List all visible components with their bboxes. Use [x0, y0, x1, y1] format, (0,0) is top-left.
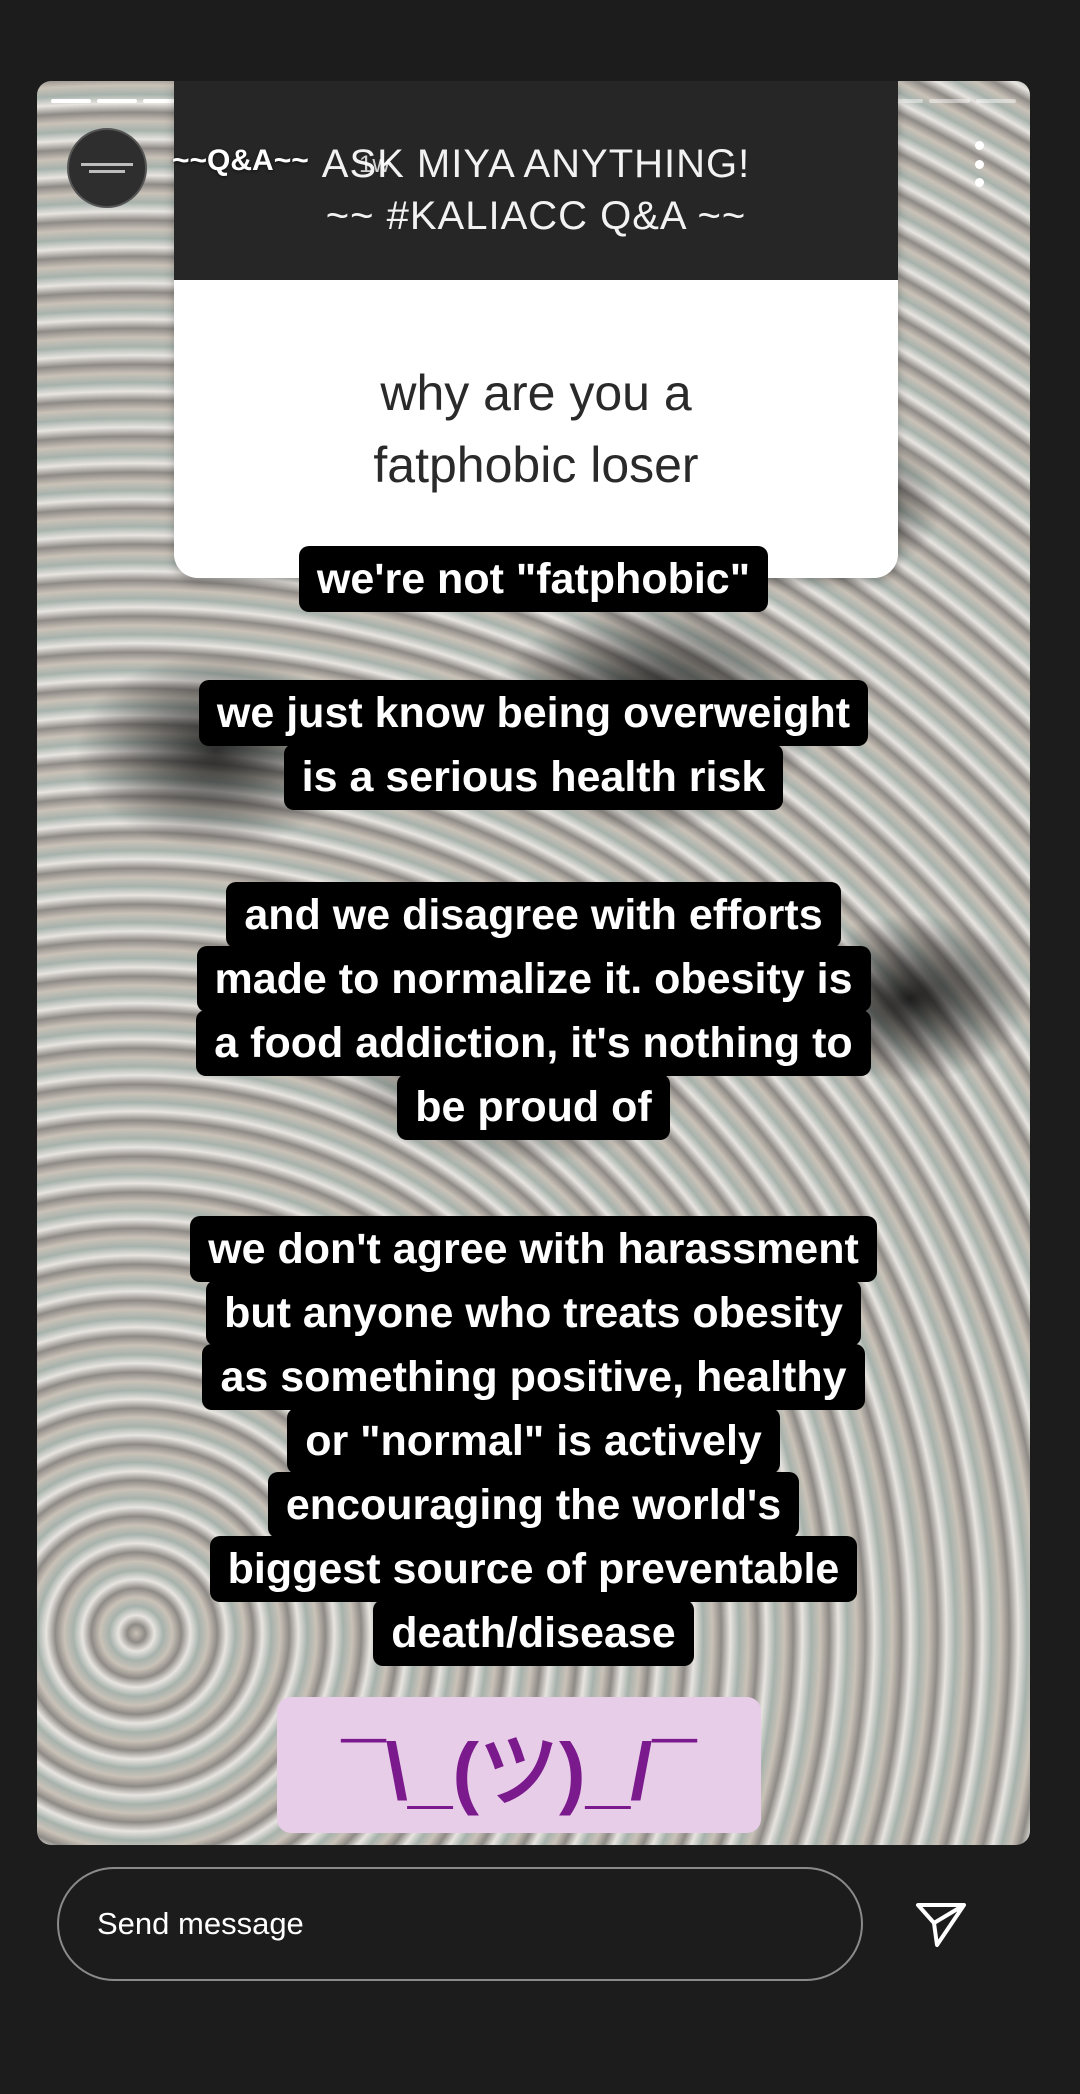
question-sticker-header: ASK MIYA ANYTHING! ~~ #KALIACC Q&A ~~	[174, 81, 898, 280]
send-icon[interactable]	[915, 1902, 967, 1948]
avatar[interactable]	[67, 128, 147, 208]
caption-line: or "normal" is actively	[287, 1408, 780, 1474]
caption-block-3: and we disagree with efforts made to nor…	[37, 882, 1030, 1140]
caption-line: we don't agree with harassment	[190, 1216, 877, 1282]
question-sticker-question: why are you a fatphobic loser	[174, 280, 898, 578]
caption-line: encouraging the world's	[267, 1472, 800, 1538]
caption-line: be proud of	[397, 1074, 670, 1140]
caption-block-4: we don't agree with harassment but anyon…	[37, 1216, 1030, 1666]
question-line-1: why are you a	[380, 365, 692, 421]
story-username[interactable]: ~~Q&A~~	[172, 144, 309, 178]
caption-line: as something positive, healthy	[202, 1344, 865, 1410]
avatar-text-line	[89, 170, 125, 173]
shrug-sticker: ¯\_(ツ)_/¯	[277, 1697, 761, 1833]
caption-line: but anyone who treats obesity	[206, 1280, 861, 1346]
caption-line: is a serious health risk	[283, 744, 784, 810]
caption-line: biggest source of preventable	[209, 1536, 858, 1602]
caption-line: made to normalize it. obesity is	[196, 946, 871, 1012]
question-sticker-subtitle: ~~ #KALIACC Q&A ~~	[325, 193, 747, 238]
send-message-input[interactable]: Send message	[57, 1867, 863, 1981]
caption-line: we're not "fatphobic"	[298, 546, 769, 612]
caption-block-2: we just know being overweight is a serio…	[37, 680, 1030, 810]
story-time-ago: 1w	[359, 151, 390, 178]
caption-line: we just know being overweight	[198, 680, 869, 746]
caption-line: death/disease	[373, 1600, 694, 1666]
progress-segment	[51, 99, 92, 103]
progress-segment	[929, 99, 970, 103]
more-vertical-icon[interactable]	[974, 141, 984, 187]
avatar-text-line	[81, 163, 133, 166]
question-line-2: fatphobic loser	[373, 437, 699, 493]
caption-block-1: we're not "fatphobic"	[37, 546, 1030, 612]
caption-line: a food addiction, it's nothing to	[196, 1010, 871, 1076]
caption-line: and we disagree with efforts	[226, 882, 841, 948]
story-frame[interactable]: ASK MIYA ANYTHING! ~~ #KALIACC Q&A ~~ wh…	[37, 81, 1030, 1845]
progress-segment	[975, 99, 1016, 103]
progress-segment	[97, 99, 138, 103]
